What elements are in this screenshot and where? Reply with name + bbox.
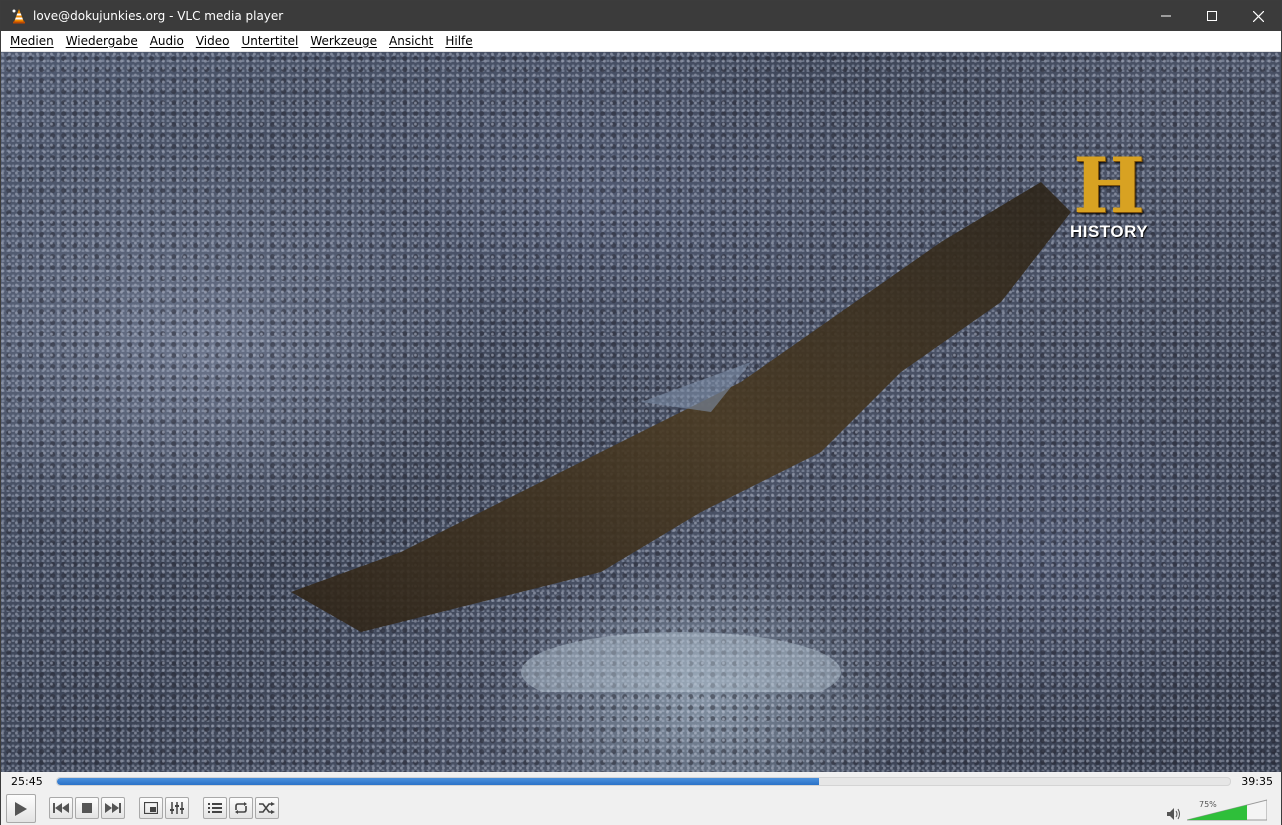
menu-ansicht[interactable]: Ansicht (383, 31, 439, 52)
vlc-cone-icon (11, 8, 27, 24)
control-bar: 75% (1, 792, 1281, 825)
menu-audio[interactable]: Audio (144, 31, 190, 52)
video-area[interactable]: H HISTORY (1, 52, 1281, 772)
menu-wiedergabe[interactable]: Wiedergabe (60, 31, 144, 52)
close-icon (1252, 10, 1264, 22)
video-subject (291, 182, 1071, 692)
vlc-window: love@dokujunkies.org - VLC media player … (0, 0, 1282, 825)
menu-medien[interactable]: Medien (4, 31, 60, 52)
minimize-icon (1161, 15, 1171, 17)
menu-video[interactable]: Video (190, 31, 236, 52)
loop-button[interactable] (229, 797, 253, 819)
fullscreen-icon (144, 802, 158, 814)
maximize-button[interactable] (1189, 1, 1235, 31)
stop-icon (82, 803, 92, 813)
history-logo-text: HISTORY (1069, 222, 1149, 241)
title-bar[interactable]: love@dokujunkies.org - VLC media player (1, 1, 1281, 31)
fullscreen-button[interactable] (139, 797, 163, 819)
history-logo: H HISTORY (1063, 148, 1155, 248)
maximize-icon (1207, 11, 1217, 21)
shuffle-icon (259, 802, 275, 814)
window-title: love@dokujunkies.org - VLC media player (33, 9, 284, 23)
next-icon (105, 803, 121, 813)
seek-row: 25:45 39:35 (1, 772, 1281, 792)
minimize-button[interactable] (1143, 1, 1189, 31)
seek-slider[interactable] (56, 777, 1231, 786)
playlist-icon (208, 803, 222, 813)
playlist-button[interactable] (203, 797, 227, 819)
extended-settings-button[interactable] (165, 797, 189, 819)
next-button[interactable] (101, 797, 125, 819)
previous-icon (53, 803, 69, 813)
close-button[interactable] (1235, 1, 1281, 31)
menu-werkzeuge[interactable]: Werkzeuge (304, 31, 383, 52)
menu-untertitel[interactable]: Untertitel (235, 31, 304, 52)
menu-hilfe[interactable]: Hilfe (439, 31, 478, 52)
total-time[interactable]: 39:35 (1241, 775, 1273, 788)
play-icon (15, 801, 27, 816)
volume-percent: 75% (1199, 800, 1217, 809)
history-logo-mark: H (1073, 141, 1145, 230)
previous-button[interactable] (49, 797, 73, 819)
stop-button[interactable] (75, 797, 99, 819)
shuffle-button[interactable] (255, 797, 279, 819)
loop-icon (235, 802, 247, 814)
menu-bar: Medien Wiedergabe Audio Video Untertitel… (1, 31, 1281, 52)
elapsed-time[interactable]: 25:45 (11, 775, 43, 788)
extended-settings-icon (170, 802, 184, 814)
seek-progress (57, 778, 820, 785)
window-controls (1143, 1, 1281, 31)
speaker-icon[interactable] (1166, 807, 1182, 821)
play-button[interactable] (6, 794, 36, 823)
